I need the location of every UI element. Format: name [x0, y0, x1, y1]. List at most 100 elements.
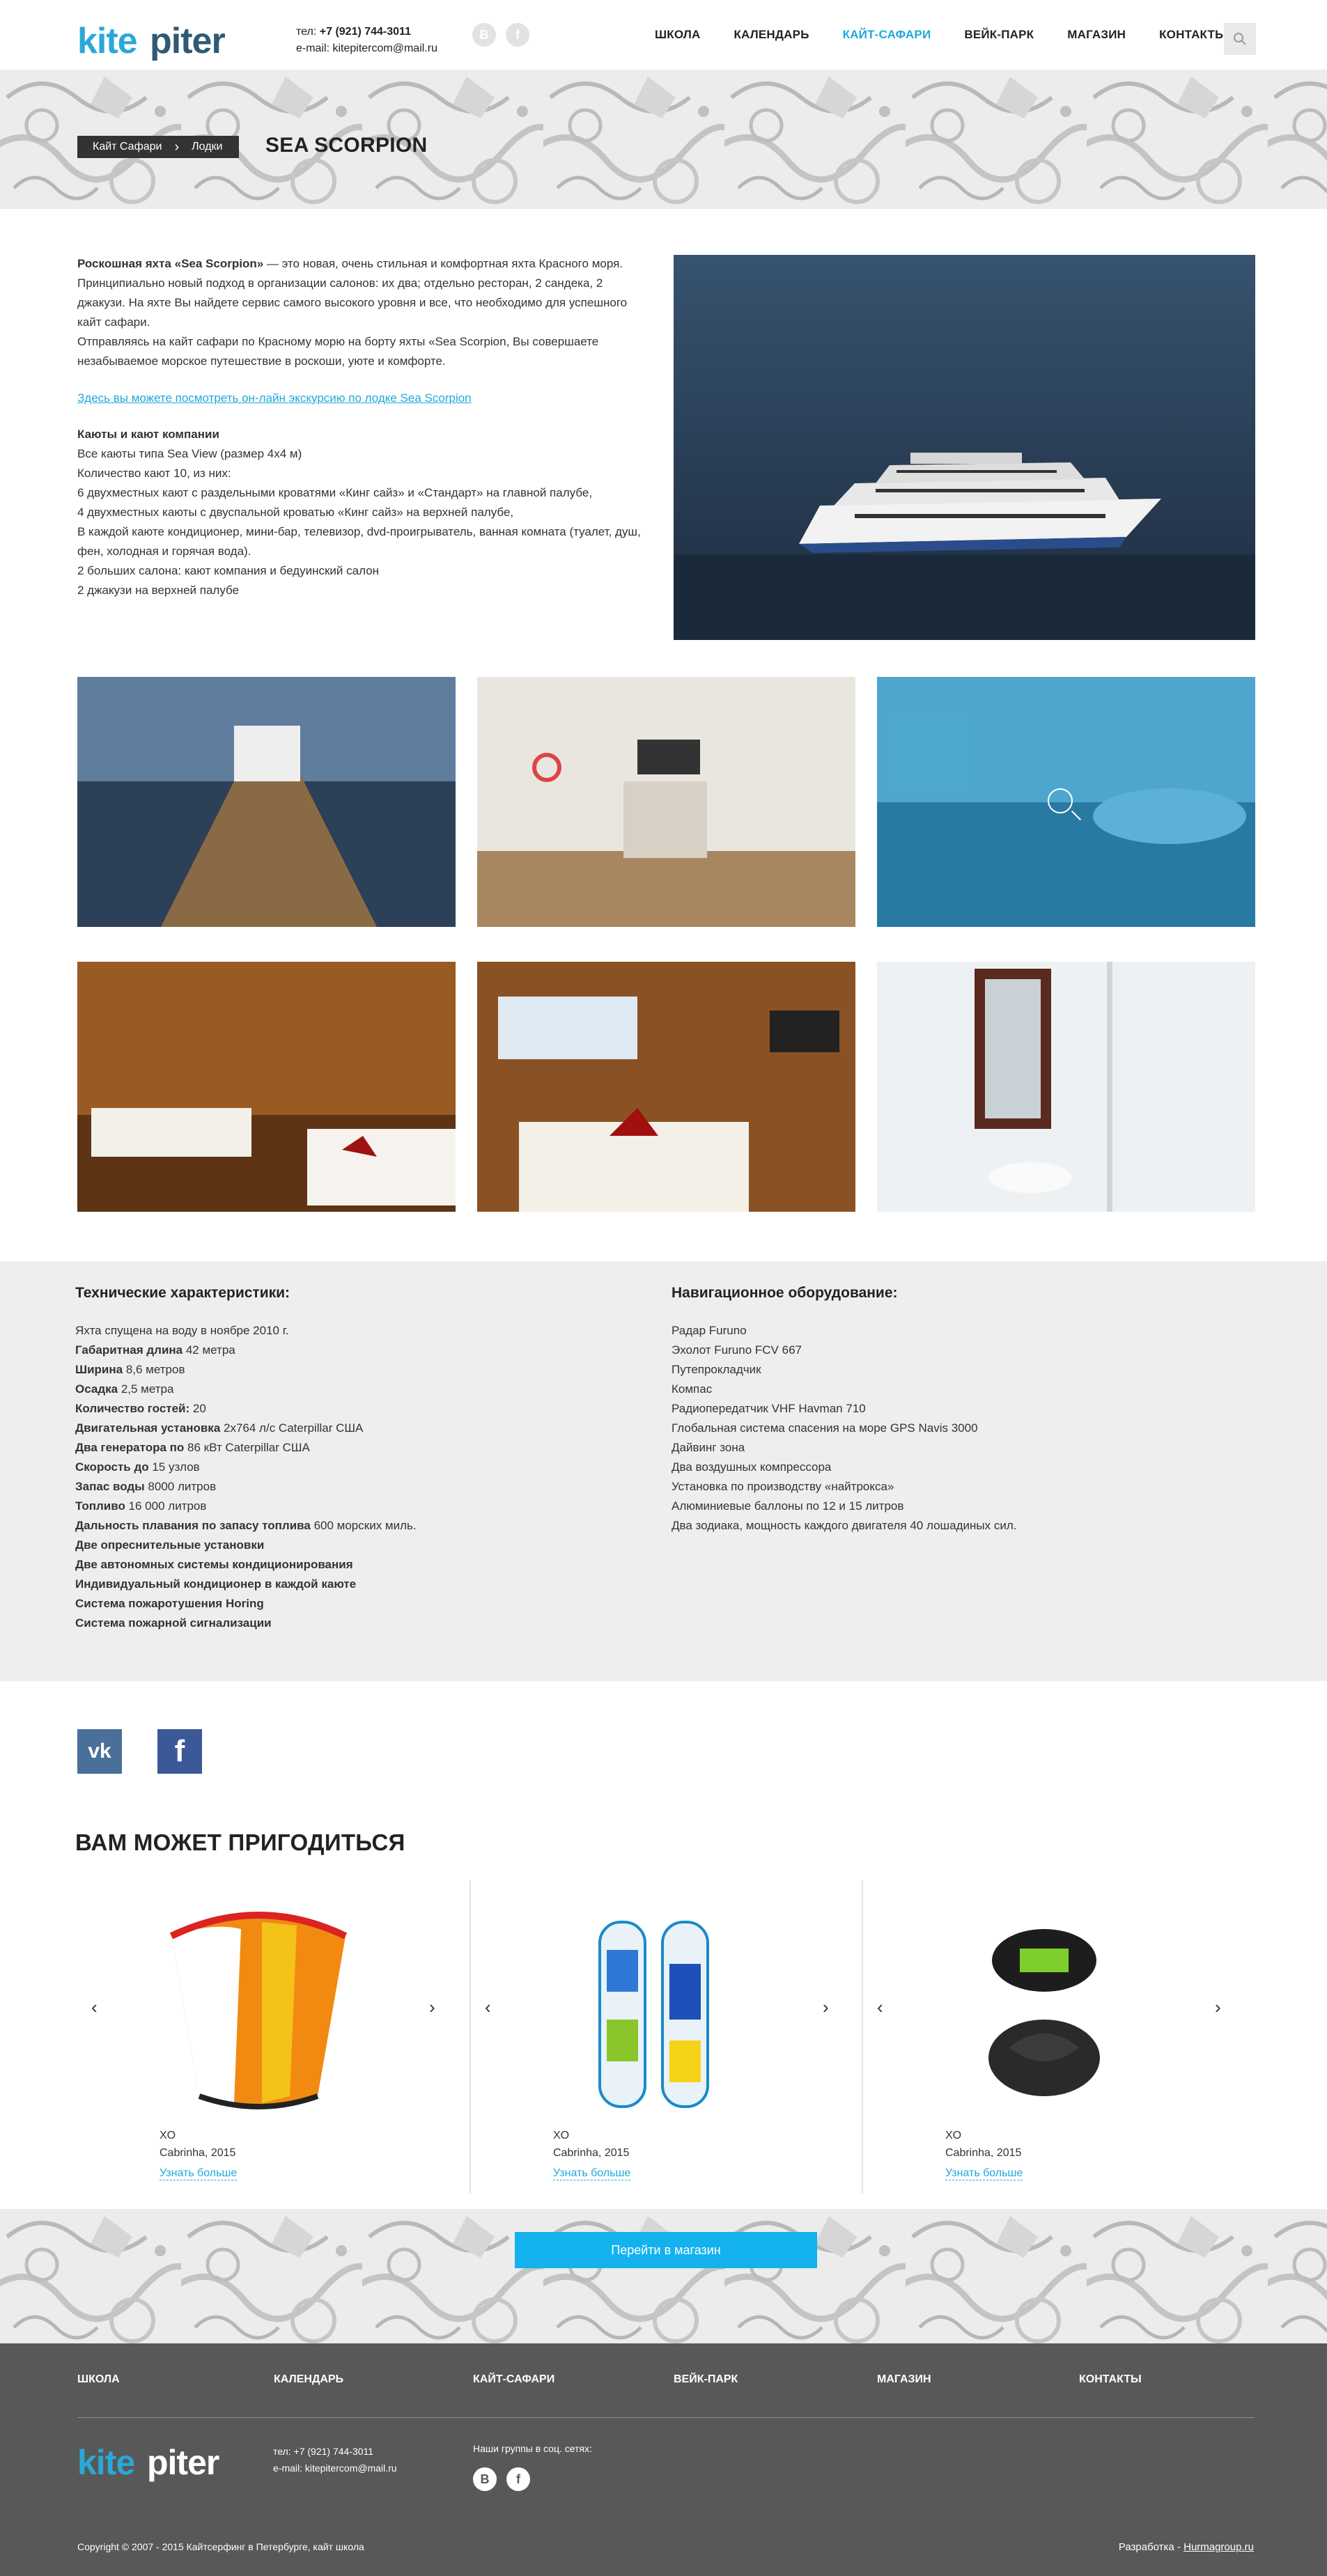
intro-paragraph: Роскошная яхта «Sea Scorpion» — это нова…	[77, 257, 628, 329]
cabins-line: 2 больших салона: кают компания и бедуин…	[77, 564, 380, 577]
vk-icon[interactable]: В	[473, 2467, 497, 2491]
vk-share-icon[interactable]: vk	[77, 1729, 122, 1774]
navigation-equipment: Навигационное оборудование: Радар Furuno…	[672, 1283, 1257, 1536]
breadcrumb-kite-safari[interactable]: Кайт Сафари	[93, 141, 162, 153]
product-name: XO	[945, 2130, 962, 2141]
chevron-left-icon[interactable]: ‹	[485, 1997, 491, 2018]
cabins-line: Все каюты типа Sea View (размер 4х4 м)	[77, 447, 302, 460]
gallery-photo[interactable]	[477, 677, 855, 927]
spec-line: Две опреснительные установки	[75, 1538, 265, 1552]
footer-nav-school[interactable]: ШКОЛА	[77, 2373, 120, 2386]
zoom-icon[interactable]	[1048, 788, 1073, 813]
gallery-photo[interactable]	[877, 962, 1255, 1212]
spec-line: Запас воды 8000 литров	[75, 1480, 217, 1493]
spec-line: Система пожарной сигнализации	[75, 1616, 272, 1630]
spec-line: Две автономных системы кондиционирования	[75, 1558, 353, 1571]
main-nav: ШКОЛА КАЛЕНДАРЬ КАЙТ-САФАРИ ВЕЙК-ПАРК МА…	[655, 28, 1260, 42]
equipment-line: Два воздушных компрессора	[672, 1460, 832, 1474]
developer-link[interactable]: Hurmagroup.ru	[1184, 2541, 1254, 2553]
nav-shop[interactable]: МАГАЗИН	[1067, 28, 1126, 42]
equipment-line: Эхолот Furuno FCV 667	[672, 1343, 802, 1357]
svg-text:kite: kite	[77, 21, 137, 61]
facebook-share-icon[interactable]: f	[157, 1729, 202, 1774]
nav-contacts[interactable]: КОНТАКТЫ	[1159, 28, 1227, 42]
go-to-shop-button[interactable]: Перейти в магазин	[515, 2232, 817, 2268]
chevron-right-icon[interactable]: ›	[429, 1997, 435, 2018]
spec-line: Дальность плавания по запасу топлива 600…	[75, 1519, 417, 1532]
spec-line: Ширина 8,6 метров	[75, 1363, 185, 1376]
harness-icon[interactable]	[943, 1908, 1145, 2117]
footer-groups-label: Наши группы в соц. сетях:	[473, 2443, 592, 2454]
breadcrumb-boats[interactable]: Лодки	[192, 141, 222, 153]
footer-phone[interactable]: тел: +7 (921) 744-3011	[273, 2443, 397, 2460]
chevron-left-icon[interactable]: ‹	[91, 1997, 98, 2018]
vk-icon[interactable]: В	[472, 23, 496, 47]
footer-nav-wake-park[interactable]: ВЕЙК-ПАРК	[674, 2373, 738, 2386]
nav-calendar[interactable]: КАЛЕНДАРЬ	[734, 28, 809, 42]
cabin-photo-image	[77, 962, 456, 1212]
nav-wake-park[interactable]: ВЕЙК-ПАРК	[964, 28, 1034, 42]
product-brand: Cabrinha, 2015	[160, 2147, 236, 2159]
cabins-heading: Каюты и кают компании	[77, 428, 219, 441]
yacht-photo-image	[674, 255, 1255, 640]
virtual-tour-link[interactable]: Здесь вы можете посмотреть он-лайн экску…	[77, 389, 649, 408]
breadcrumb: Кайт Сафари › Лодки	[77, 136, 240, 158]
gallery-photo[interactable]	[877, 677, 1255, 927]
nav-school[interactable]: ШКОЛА	[655, 28, 700, 42]
footer-logo[interactable]: kite piter	[77, 2440, 246, 2485]
equipment-line: Два зодиака, мощность каждого двигателя …	[672, 1519, 1017, 1532]
specifications: Технические характеристики: Яхта спущена…	[0, 1261, 1327, 1681]
page-title: SEA SCORPION	[265, 134, 428, 157]
product-card: ‹ › XO Cabrinha, 2015 Узнать больше	[470, 1880, 862, 2194]
footer-nav-kite-safari[interactable]: КАЙТ-САФАРИ	[473, 2373, 554, 2386]
chevron-right-icon[interactable]: ›	[1215, 1997, 1221, 2018]
product-name: XO	[160, 2130, 176, 2141]
kite-icon[interactable]	[157, 1908, 359, 2117]
equipment-line: Установка по производству «найтрокса»	[672, 1480, 894, 1493]
email-link[interactable]: kitepitercom@mail.ru	[332, 42, 437, 54]
search-button[interactable]	[1224, 23, 1256, 55]
nav-kite-safari[interactable]: КАЙТ-САФАРИ	[843, 28, 931, 42]
equipment-line: Путепрокладчик	[672, 1363, 761, 1376]
kiteboard-icon[interactable]	[551, 1908, 753, 2117]
site-footer: ШКОЛА КАЛЕНДАРЬ КАЙТ-САФАРИ ВЕЙК-ПАРК МА…	[0, 2343, 1327, 2576]
spec-line: Осадка 2,5 метра	[75, 1382, 174, 1396]
photo-gallery	[77, 677, 1255, 1212]
site-logo[interactable]: kite piter	[77, 21, 251, 61]
intro-paragraph-2: Отправляясь на кайт сафари по Красному м…	[77, 335, 599, 368]
yacht-main-photo[interactable]	[674, 255, 1255, 640]
cabins-line: 6 двухместных кают с раздельными кроватя…	[77, 486, 593, 499]
yacht-description: Роскошная яхта «Sea Scorpion» — это нова…	[77, 254, 649, 600]
facebook-icon[interactable]: f	[506, 23, 529, 47]
spec-line: Яхта спущена на воду в ноябре 2010 г.	[75, 1324, 289, 1337]
gallery-photo[interactable]	[77, 677, 456, 927]
phone-number[interactable]: +7 (921) 744-3011	[320, 26, 411, 38]
spec-line: Двигательная установка 2х764 л/с Caterpi…	[75, 1421, 364, 1435]
header-contacts: тел: +7 (921) 744-3011 e-mail: kitepiter…	[296, 26, 437, 54]
chevron-right-icon[interactable]: ›	[823, 1997, 829, 2018]
learn-more-link[interactable]: Узнать больше	[160, 2167, 238, 2180]
spec-line: Скорость до 15 узлов	[75, 1460, 200, 1474]
spec-line: Топливо 16 000 литров	[75, 1499, 207, 1513]
bedroom-photo-image	[477, 962, 855, 1212]
learn-more-link[interactable]: Узнать больше	[553, 2167, 631, 2180]
gallery-photo[interactable]	[77, 962, 456, 1212]
equipment-line: Дайвинг зона	[672, 1441, 745, 1454]
learn-more-link[interactable]: Узнать больше	[945, 2167, 1023, 2180]
spec-line: Габаритная длина 42 метра	[75, 1343, 235, 1357]
footer-nav-contacts[interactable]: КОНТАКТЫ	[1079, 2373, 1142, 2386]
navigation-equipment-title: Навигационное оборудование:	[672, 1285, 898, 1301]
gallery-photo[interactable]	[477, 962, 855, 1212]
chevron-left-icon[interactable]: ‹	[877, 1997, 883, 2018]
footer-nav-shop[interactable]: МАГАЗИН	[877, 2373, 931, 2386]
site-header: kite piter тел: +7 (921) 744-3011 e-mail…	[0, 0, 1327, 70]
footer-nav-calendar[interactable]: КАЛЕНДАРЬ	[274, 2373, 343, 2386]
developer-credit: Разработка - Hurmagroup.ru	[1118, 2541, 1254, 2553]
copyright: Copyright © 2007 - 2015 Кайтсерфинг в Пе…	[77, 2541, 364, 2552]
related-title: ВАМ МОЖЕТ ПРИГОДИТЬСЯ	[75, 1829, 405, 1855]
page-hero: Кайт Сафари › Лодки SEA SCORPION	[0, 70, 1327, 209]
deck-photo-image	[77, 677, 456, 927]
facebook-icon[interactable]: f	[506, 2467, 530, 2491]
cabins-line: 2 джакузи на верхней палубе	[77, 584, 240, 597]
footer-email[interactable]: e-mail: kitepitercom@mail.ru	[273, 2460, 397, 2476]
